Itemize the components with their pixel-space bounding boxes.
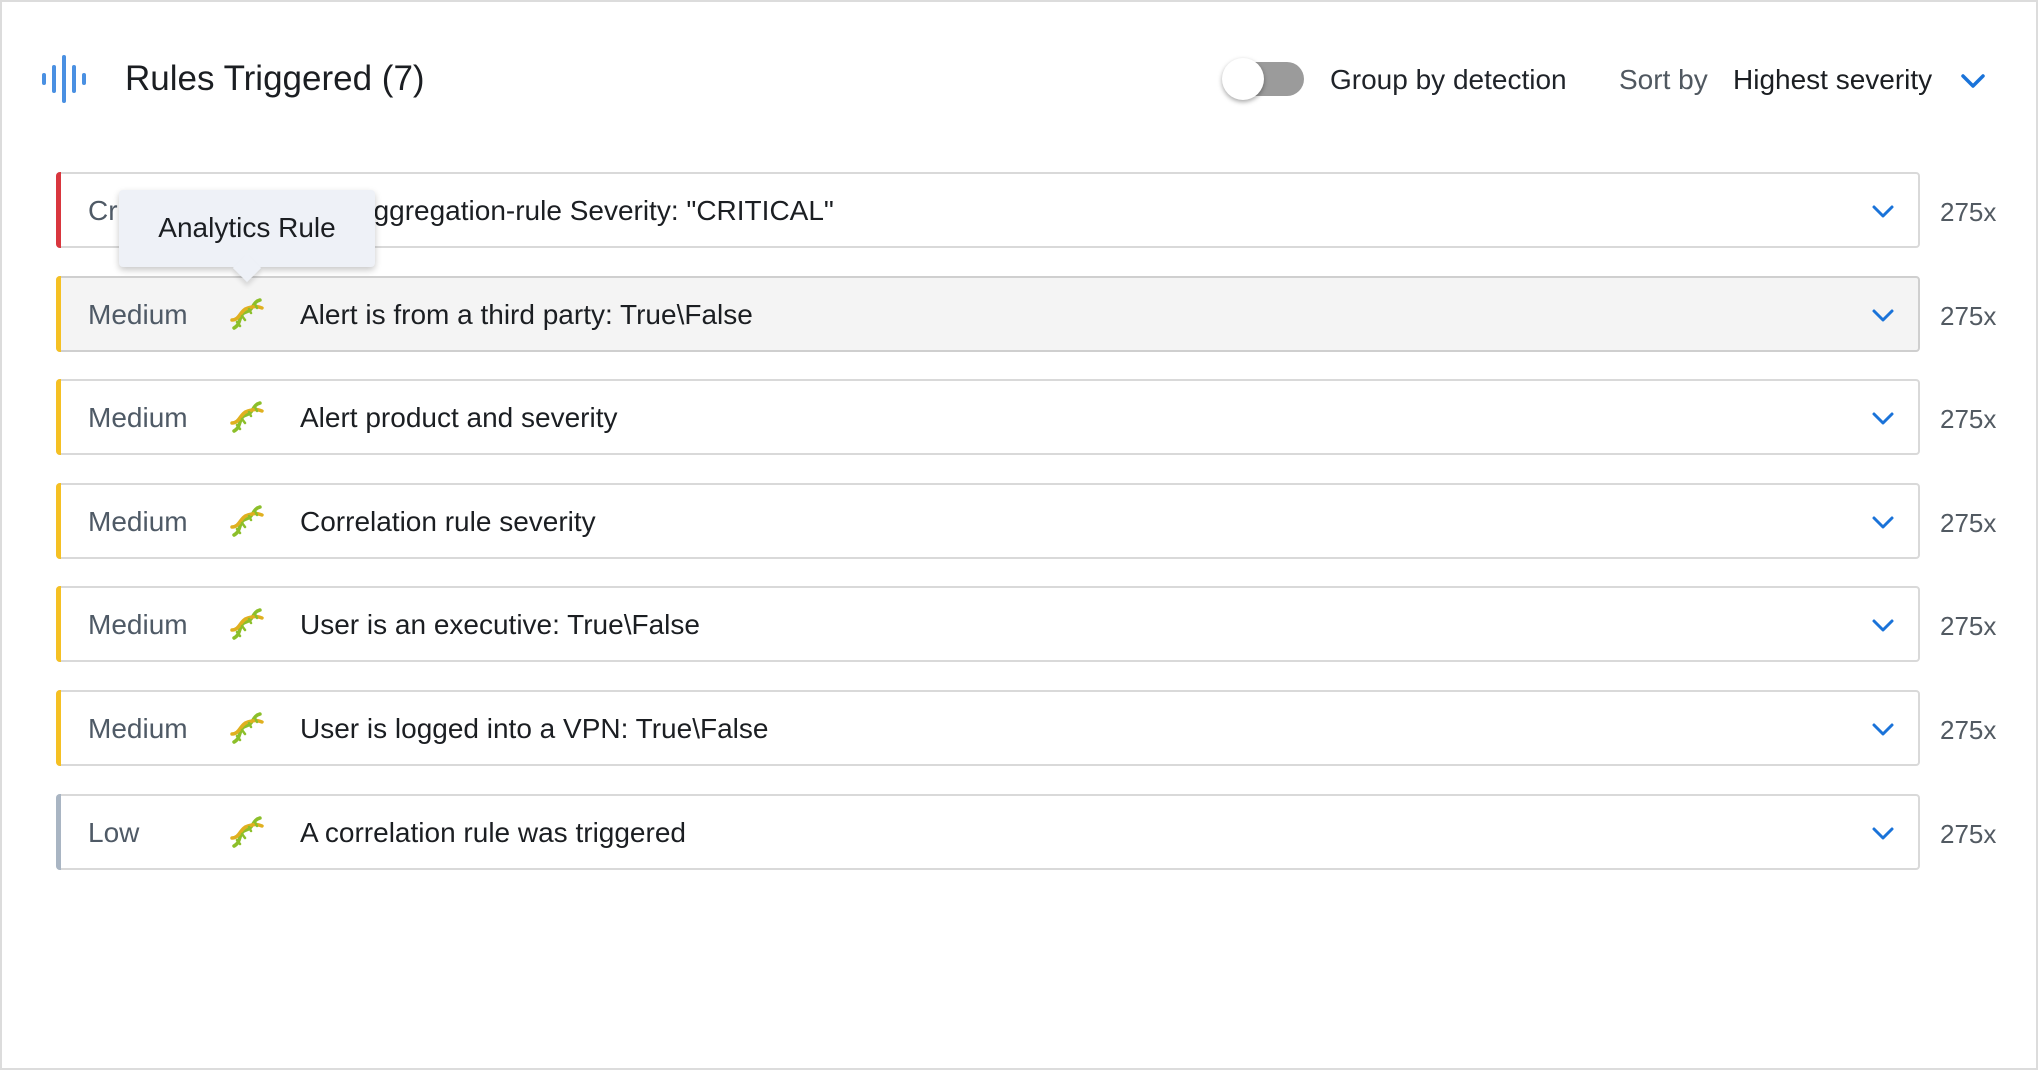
trigger-count: 275x — [1940, 715, 1997, 745]
severity-accent-bar — [56, 276, 61, 352]
severity-label: Cr — [88, 195, 118, 226]
rules-triggered-panel: Rules Triggered (7) Group by detection S… — [0, 0, 2038, 1070]
severity-accent-bar — [56, 794, 61, 870]
rule-name: Alert product and severity — [300, 402, 618, 433]
group-by-detection-label: Group by detection — [1330, 64, 1567, 95]
rule-name: A correlation rule was triggered — [300, 817, 686, 848]
dna-icon[interactable] — [228, 399, 266, 437]
rule-name: User is logged into a VPN: True\False — [300, 713, 769, 744]
group-by-detection-toggle[interactable] — [1222, 58, 1304, 100]
severity-accent-bar — [56, 379, 61, 455]
severity-accent-bar — [56, 690, 61, 766]
tooltip-text: Analytics Rule — [158, 212, 336, 243]
rule-name: aggregation-rule Severity: "CRITICAL" — [358, 195, 834, 226]
chevron-down-icon[interactable] — [1958, 66, 1988, 96]
trigger-count: 275x — [1940, 611, 1997, 641]
severity-accent-bar — [56, 586, 61, 662]
severity-label: Medium — [88, 299, 188, 330]
chevron-down-icon[interactable] — [1870, 820, 1896, 846]
sort-by-dropdown[interactable]: Highest severity — [1733, 60, 1932, 100]
rule-name: Correlation rule severity — [300, 506, 596, 537]
severity-accent-bar — [56, 483, 61, 559]
trigger-count: 275x — [1940, 197, 1997, 227]
sort-by-label: Sort by — [1619, 64, 1708, 95]
trigger-count: 275x — [1940, 508, 1997, 538]
rule-row[interactable]: Medium Correlation rule severity — [56, 483, 1920, 559]
severity-label: Medium — [88, 402, 188, 433]
dna-icon[interactable] — [228, 606, 266, 644]
dna-icon[interactable] — [228, 296, 266, 334]
dna-icon[interactable] — [228, 710, 266, 748]
rule-row[interactable]: Medium User is an executive: True\False — [56, 586, 1920, 662]
analytics-rule-tooltip: Analytics Rule — [119, 190, 375, 283]
chevron-down-icon[interactable] — [1870, 198, 1896, 224]
severity-label: Medium — [88, 713, 188, 744]
severity-label: Medium — [88, 609, 188, 640]
waveform-icon — [42, 55, 86, 103]
page-title: Rules Triggered (7) — [125, 59, 425, 98]
trigger-count: 275x — [1940, 404, 1997, 434]
dna-icon[interactable] — [228, 503, 266, 541]
dna-icon[interactable] — [228, 814, 266, 852]
severity-label: Low — [88, 817, 140, 848]
rule-row[interactable]: Medium Alert is from a third party: True… — [56, 276, 1920, 352]
rule-row[interactable]: Low A correlation rule was triggered — [56, 794, 1920, 870]
rule-name: Alert is from a third party: True\False — [300, 299, 753, 330]
trigger-count: 275x — [1940, 819, 1997, 849]
chevron-down-icon[interactable] — [1870, 509, 1896, 535]
chevron-down-icon[interactable] — [1870, 302, 1896, 328]
rule-row[interactable]: Medium User is logged into a VPN: True\F… — [56, 690, 1920, 766]
trigger-count: 275x — [1940, 301, 1997, 331]
rule-row[interactable]: Medium Alert product and severity — [56, 379, 1920, 455]
chevron-down-icon[interactable] — [1870, 716, 1896, 742]
chevron-down-icon[interactable] — [1870, 612, 1896, 638]
toggle-knob[interactable] — [1222, 58, 1264, 100]
chevron-down-icon[interactable] — [1870, 405, 1896, 431]
severity-label: Medium — [88, 506, 188, 537]
rule-name: User is an executive: True\False — [300, 609, 700, 640]
severity-accent-bar — [56, 172, 61, 248]
